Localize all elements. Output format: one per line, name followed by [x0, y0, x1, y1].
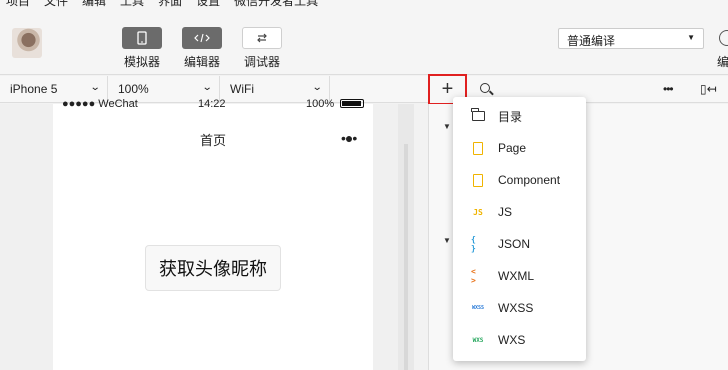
simulator-scrollbar[interactable] [398, 104, 414, 370]
device-value: iPhone 5 [10, 82, 58, 96]
dropdown-label: Page [498, 141, 527, 155]
get-avatar-nickname-button[interactable]: 获取头像昵称 [145, 245, 281, 291]
editor-label: 编辑器 [183, 55, 220, 69]
phone-screen: ●●●●● WeChat 14:22 100% 首页 •●• 获取头像昵称 [53, 98, 373, 370]
page-icon [471, 141, 485, 155]
wxs-icon: WXS [472, 336, 484, 344]
dropdown-label: JSON [498, 237, 531, 251]
menu-bar: 项目 文件 编辑 工具 界面 设置 微信开发者工具 [0, 0, 728, 9]
status-bar: ●●●●● WeChat 14:22 100% [53, 98, 373, 112]
dropdown-item-wxml[interactable]: < > WXML [453, 260, 586, 292]
dropdown-item-wxss[interactable]: WXSS WXSS [453, 292, 586, 324]
dropdown-label: WXS [498, 333, 526, 347]
menu-item-devtools[interactable]: 微信开发者工具 [234, 0, 318, 9]
battery-percent: 100% [306, 98, 335, 110]
plus-icon: + [441, 78, 454, 100]
refresh-icon[interactable] [719, 30, 728, 46]
dropdown-label: WXML [498, 269, 534, 283]
page-title: 首页 [199, 133, 226, 148]
debugger-tool[interactable]: 调试器 [242, 27, 282, 70]
dropdown-item-wxs[interactable]: WXS WXS [453, 324, 586, 356]
dropdown-label: Component [498, 173, 561, 187]
menu-item-view[interactable]: 界面 [158, 0, 182, 9]
status-time: 14:22 [198, 98, 226, 110]
chevron-down-icon: ⌄ [89, 82, 101, 93]
dropdown-item-json[interactable]: { } JSON [453, 228, 586, 260]
menu-item-settings[interactable]: 设置 [196, 0, 220, 9]
main-toolbar: 模拟器 编辑器 调试器 普通编译 ▼ 编 [0, 9, 728, 75]
capsule-menu-icon[interactable]: •●• [341, 130, 357, 146]
js-icon: JS [473, 207, 483, 217]
editor-tool[interactable]: 编辑器 [182, 27, 222, 70]
signal-text: ●●●●● WeChat [62, 98, 138, 110]
network-value: WiFi [230, 82, 254, 96]
expand-arrow-icon[interactable]: ▼ [443, 236, 451, 245]
more-icon[interactable]: ••• [663, 82, 674, 96]
chevron-down-icon: ⌄ [311, 82, 323, 93]
dropdown-item-js[interactable]: JS JS [453, 196, 586, 228]
caret-down-icon: ▼ [687, 33, 695, 42]
dropdown-item-component[interactable]: Component [453, 164, 586, 196]
panel-toggle-icon[interactable]: ▯↤ [700, 82, 717, 96]
folder-icon [471, 108, 485, 123]
expand-arrow-icon[interactable]: ▼ [443, 122, 451, 131]
code-icon[interactable] [182, 27, 222, 49]
menu-item-project[interactable]: 项目 [6, 0, 30, 9]
simulator-label: 模拟器 [123, 55, 160, 69]
simulator-tool[interactable]: 模拟器 [122, 27, 162, 70]
search-icon[interactable] [480, 83, 490, 93]
component-icon [471, 173, 485, 187]
chevron-down-icon: ⌄ [201, 82, 213, 93]
zoom-value: 100% [118, 82, 149, 96]
compile-mode-value: 普通编译 [567, 34, 616, 48]
avatar[interactable] [12, 28, 42, 58]
dropdown-label: WXSS [498, 301, 534, 315]
wxml-icon: < > [471, 267, 476, 285]
new-file-dropdown: 目录 Page Component JS JS { } JSON < > WXM… [453, 97, 586, 361]
compile-label: 编 [717, 55, 728, 69]
battery-icon [340, 99, 364, 108]
dropdown-item-page[interactable]: Page [453, 132, 586, 164]
menu-item-edit[interactable]: 编辑 [82, 0, 106, 9]
json-icon: { } [471, 235, 476, 253]
menu-item-file[interactable]: 文件 [44, 0, 68, 9]
dropdown-label: JS [498, 205, 513, 219]
debug-icon[interactable] [242, 27, 282, 49]
menu-item-tools[interactable]: 工具 [120, 0, 144, 9]
debugger-label: 调试器 [243, 55, 280, 69]
phone-icon[interactable] [122, 27, 162, 49]
dropdown-item-directory[interactable]: 目录 [453, 100, 586, 132]
compile-mode-select[interactable]: 普通编译 ▼ [558, 28, 704, 49]
dropdown-label: 目录 [498, 109, 523, 124]
wxss-icon: WXSS [471, 305, 485, 311]
